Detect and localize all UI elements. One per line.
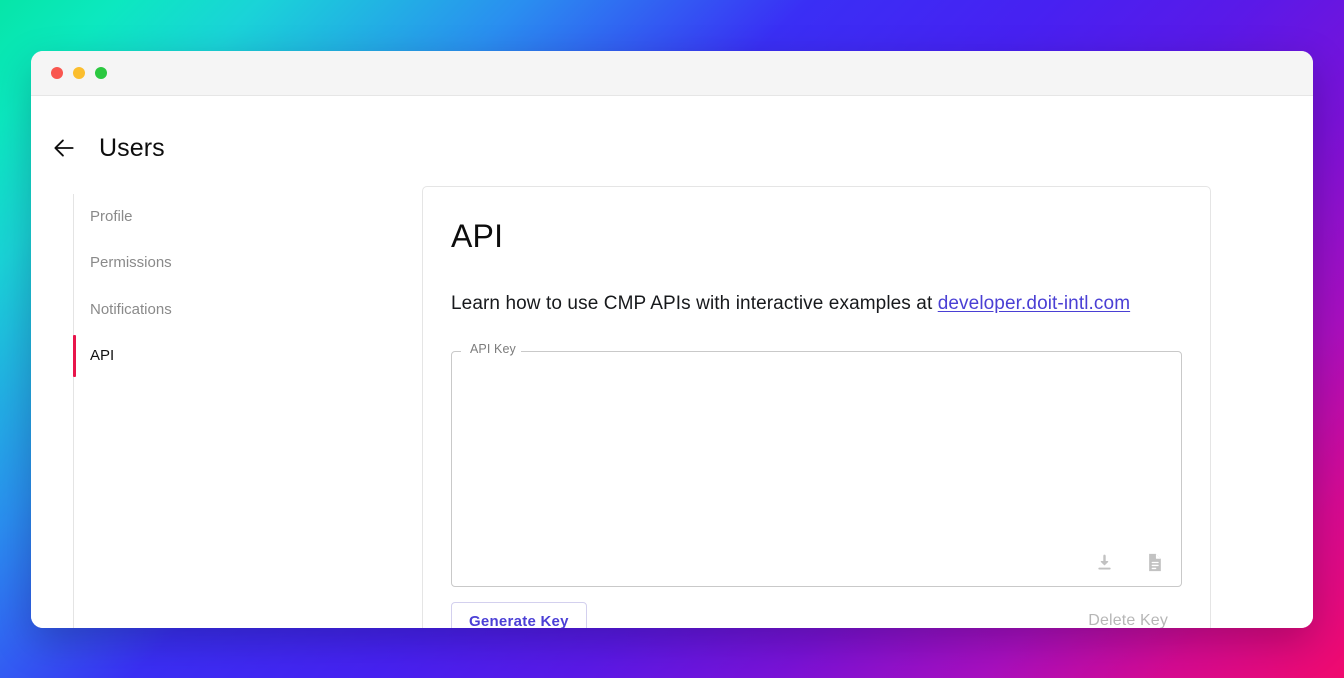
page-content: Users Profile Permissions Notifications … [31, 96, 1313, 628]
card-title: API [451, 218, 504, 254]
sidebar-item-permissions[interactable]: Permissions [42, 240, 422, 286]
card-description: Learn how to use CMP APIs with interacti… [451, 291, 1182, 317]
api-key-field: API Key API Key [451, 343, 1182, 587]
card-description-text: Learn how to use CMP APIs with interacti… [451, 293, 938, 315]
api-key-input[interactable] [451, 350, 1182, 587]
window-titlebar [31, 51, 1313, 96]
page-title: Users [99, 133, 165, 162]
minimize-window-button[interactable] [73, 67, 85, 79]
delete-key-button[interactable]: Delete Key [1074, 602, 1182, 628]
maximize-window-button[interactable] [95, 67, 107, 79]
sidebar-item-profile[interactable]: Profile [42, 194, 422, 240]
api-card: API Learn how to use CMP APIs with inter… [422, 186, 1211, 628]
developer-portal-link[interactable]: developer.doit-intl.com [938, 293, 1130, 314]
content-row: Profile Permissions Notifications API AP… [31, 174, 1313, 628]
card-actions: Generate Key Delete Key [451, 601, 1182, 628]
download-icon[interactable] [1092, 551, 1116, 575]
api-key-label: API Key [465, 343, 521, 356]
browser-window: Users Profile Permissions Notifications … [31, 51, 1313, 628]
sidebar-item-api[interactable]: API [42, 333, 422, 379]
file-document-icon[interactable] [1142, 551, 1166, 575]
page-header: Users [31, 96, 1313, 174]
traffic-light-group [51, 67, 107, 79]
close-window-button[interactable] [51, 67, 63, 79]
arrow-left-icon[interactable] [49, 133, 79, 163]
api-key-actions [1092, 551, 1166, 575]
sidebar-item-notifications[interactable]: Notifications [42, 287, 422, 333]
generate-key-button[interactable]: Generate Key [451, 601, 587, 628]
settings-sidebar: Profile Permissions Notifications API [42, 174, 422, 628]
